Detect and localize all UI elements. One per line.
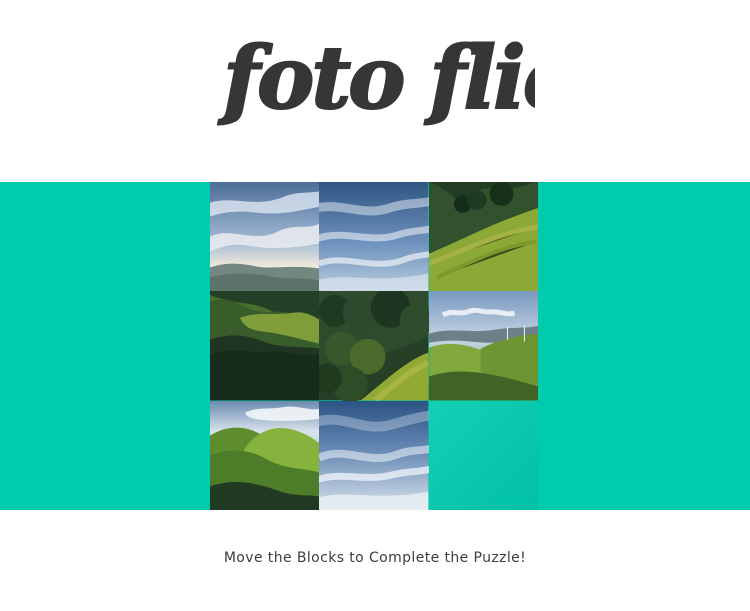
bright-hills-image-tile — [210, 400, 320, 510]
puzzle-tile-4[interactable] — [210, 291, 320, 401]
puzzle-tile-1[interactable] — [210, 182, 320, 292]
puzzle-tile-5[interactable] — [319, 291, 429, 401]
empty-puzzle-tile[interactable] — [428, 400, 538, 510]
sky-hill-image-tile — [428, 291, 538, 401]
cloudy-sky-image-tile — [319, 400, 429, 510]
sky-image-tile — [319, 182, 429, 292]
puzzle-tile-2[interactable] — [319, 182, 429, 292]
green-hills-image-tile — [210, 291, 320, 401]
landscape-image-tile — [210, 182, 320, 292]
puzzle-tile-8[interactable] — [319, 400, 429, 510]
foto-flick-logo: foto flick — [216, 27, 535, 130]
hillside-image-tile — [428, 182, 538, 292]
puzzle-tile-7[interactable] — [210, 400, 320, 510]
forest-slope-image-tile — [319, 291, 429, 401]
puzzle-tile-3[interactable] — [428, 182, 538, 292]
puzzle-instruction: Move the Blocks to Complete the Puzzle! — [223, 550, 527, 566]
puzzle-board — [210, 182, 538, 510]
header: foto flick — [0, 0, 750, 182]
svg-text:foto flick: foto flick — [217, 28, 535, 129]
footer-space — [0, 590, 750, 611]
puzzle-tile-6[interactable] — [428, 291, 538, 401]
